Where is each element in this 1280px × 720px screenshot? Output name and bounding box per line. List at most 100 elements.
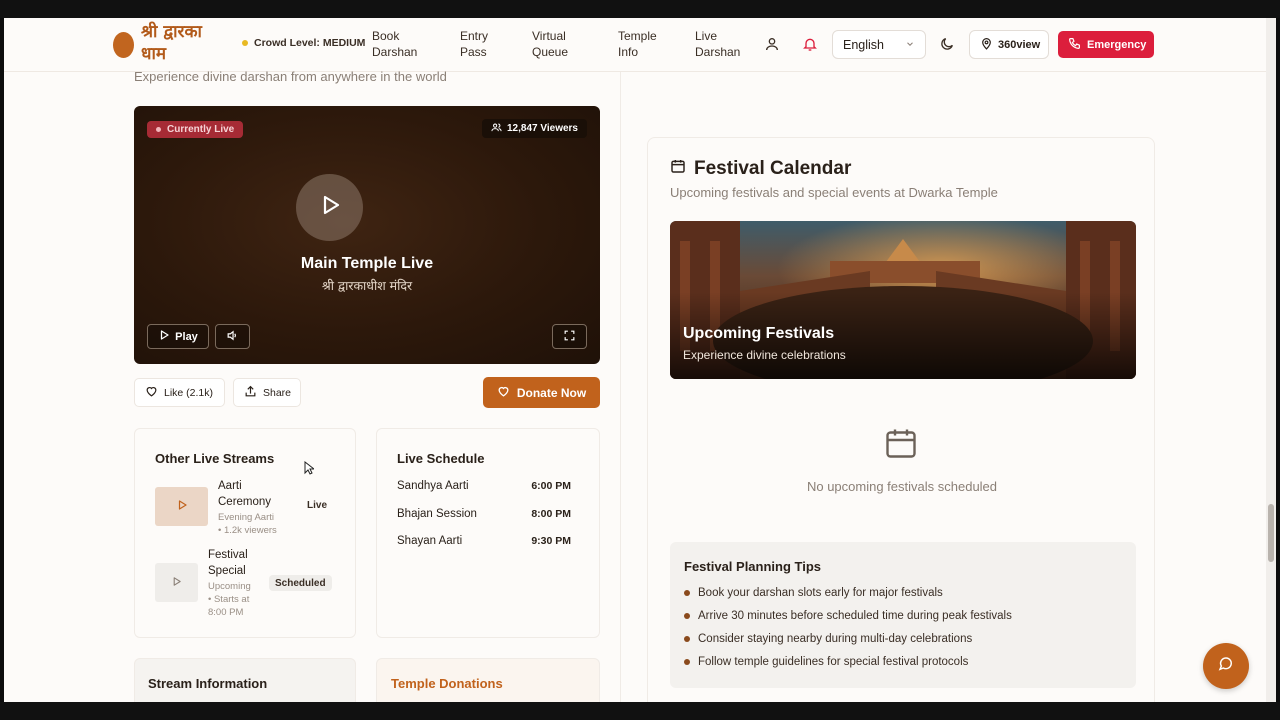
nav-label-line1: Live <box>695 29 718 43</box>
stream-meta: Upcoming • Starts at 8:00 PM <box>208 580 251 619</box>
donate-now-button[interactable]: Donate Now <box>483 377 600 408</box>
fullscreen-icon <box>563 329 576 345</box>
play-icon <box>171 574 182 592</box>
no-festivals-text: No upcoming festivals scheduled <box>806 479 998 494</box>
map-pin-icon <box>980 37 993 53</box>
bullet-icon <box>684 636 690 642</box>
stream-name[interactable]: Aarti Ceremony <box>218 478 271 510</box>
stream-name-line2: Ceremony <box>218 496 272 508</box>
crowd-level-text: Crowd Level: MEDIUM <box>254 37 366 49</box>
banner-title: Upcoming Festivals <box>683 325 835 342</box>
stream-name-line1: Festival <box>208 549 248 561</box>
user-icon[interactable] <box>764 36 782 54</box>
nav-virtual-queue[interactable]: Virtual Queue <box>532 28 568 60</box>
nav-label-line2: Darshan <box>695 45 741 59</box>
play-icon <box>176 498 188 516</box>
share-icon <box>244 385 257 401</box>
scrollbar-thumb[interactable] <box>1268 504 1274 562</box>
schedule-event-name: Shayan Aarti <box>397 535 463 547</box>
screen-bottom-bar <box>0 702 1280 720</box>
stream-subtitle-hindi: श्री द्वारकाधीश मंदिर <box>321 278 413 293</box>
aarti-stream-thumbnail[interactable] <box>155 487 208 526</box>
heart-icon <box>145 385 158 401</box>
festival-stream-thumbnail[interactable] <box>155 563 198 602</box>
festival-planning-tips: Festival Planning Tips Book your darshan… <box>670 542 1136 688</box>
temple-donations-title: Temple Donations <box>391 676 503 691</box>
stream-title: Main Temple Live <box>300 255 434 272</box>
bullet-icon <box>684 659 690 665</box>
live-schedule-title: Live Schedule <box>397 451 485 466</box>
emergency-button[interactable]: Emergency <box>1058 31 1154 58</box>
festival-calendar-heading: Festival Calendar <box>670 158 851 180</box>
tip-item: Follow temple guidelines for special fes… <box>684 656 968 668</box>
large-play-button[interactable] <box>296 174 363 241</box>
bullet-icon <box>684 590 690 596</box>
viewer-count-badge: 12,847 Viewers <box>482 119 587 138</box>
tip-item: Arrive 30 minutes before scheduled time … <box>684 610 1012 622</box>
nav-temple-info[interactable]: Temple Info <box>618 28 657 60</box>
play-icon <box>158 329 170 344</box>
schedule-event-name: Bhajan Session <box>397 508 477 520</box>
stream-information-card: Stream Information <box>134 658 356 702</box>
viewer-count-text: 12,847 Viewers <box>507 123 578 134</box>
festival-calendar-card: Festival Calendar Upcoming festivals and… <box>647 137 1155 702</box>
tip-text: Follow temple guidelines for special fes… <box>698 656 969 668</box>
nav-book-darshan[interactable]: Book Darshan <box>372 28 417 60</box>
play-button[interactable]: Play <box>147 324 209 349</box>
stream-meta-line2: • 1.2k viewers <box>218 525 277 536</box>
language-select[interactable]: English <box>832 30 926 59</box>
nav-label-line2: Queue <box>532 45 569 59</box>
like-button[interactable]: Like (2.1k) <box>134 378 225 407</box>
browser-viewport: श्री द्वारका धाम Crowd Level: MEDIUM Boo… <box>4 18 1266 702</box>
play-icon <box>318 193 342 222</box>
share-button[interactable]: Share <box>233 378 301 407</box>
stream-meta-line3: 8:00 PM <box>208 607 244 618</box>
chevron-down-icon <box>905 38 915 52</box>
stream-name-line2: Special <box>208 565 246 577</box>
tip-text: Consider staying nearby during multi-day… <box>698 633 973 645</box>
nav-label-line1: Book <box>372 29 400 43</box>
dark-mode-moon-icon[interactable] <box>939 36 957 54</box>
360-view-button[interactable]: 360view <box>969 30 1049 59</box>
stream-meta: Evening Aarti • 1.2k viewers <box>218 511 277 537</box>
fullscreen-button[interactable] <box>552 324 587 349</box>
phone-icon <box>1068 37 1081 53</box>
nav-live-darshan[interactable]: Live Darshan <box>695 28 740 60</box>
currently-live-badge: Currently Live <box>147 121 244 138</box>
volume-button[interactable] <box>215 324 250 349</box>
schedule-event-time: 8:00 PM <box>531 508 571 520</box>
nav-label-line2: Info <box>618 45 639 59</box>
festival-calendar-subtitle: Upcoming festivals and special events at… <box>670 185 998 200</box>
heart-icon <box>497 385 510 401</box>
other-live-streams-card: Other Live Streams Aarti Ceremony Evenin… <box>134 428 356 638</box>
360-view-label: 360view <box>998 38 1041 51</box>
live-video-player[interactable]: Currently Live 12,847 Viewers Main Templ… <box>134 106 600 364</box>
schedule-row: Sandhya Aarti 6:00 PM <box>397 480 571 492</box>
page-scrollbar[interactable] <box>1266 18 1276 702</box>
column-divider <box>620 72 621 702</box>
tips-title: Festival Planning Tips <box>684 559 822 574</box>
site-logo-text[interactable]: श्री द्वारका धाम <box>141 21 227 65</box>
upcoming-festivals-banner[interactable]: Upcoming Festivals Experience divine cel… <box>670 221 1136 379</box>
mouse-cursor-icon <box>304 460 316 475</box>
crowd-level-indicator: Crowd Level: MEDIUM <box>242 37 365 49</box>
live-status-tag: Live <box>307 500 328 511</box>
nav-label-line1: Entry <box>460 29 489 43</box>
nav-entry-pass[interactable]: Entry Pass <box>460 28 488 60</box>
schedule-event-time: 6:00 PM <box>531 480 571 492</box>
schedule-row: Shayan Aarti 9:30 PM <box>397 535 571 547</box>
bell-icon[interactable] <box>802 36 820 54</box>
chat-button[interactable] <box>1203 643 1249 689</box>
stream-name[interactable]: Festival Special <box>208 547 248 579</box>
logo-icon[interactable] <box>113 32 134 58</box>
share-label: Share <box>263 386 292 399</box>
play-label: Play <box>175 330 198 343</box>
chat-icon <box>1218 656 1234 677</box>
crowd-status-dot <box>242 40 248 46</box>
banner-subtitle: Experience divine celebrations <box>683 348 846 362</box>
nav-label-line1: Virtual <box>532 29 566 43</box>
live-badge-text: Currently Live <box>167 124 235 135</box>
schedule-event-name: Sandhya Aarti <box>397 480 469 492</box>
other-streams-title: Other Live Streams <box>155 451 275 466</box>
live-dot-icon <box>156 127 161 132</box>
